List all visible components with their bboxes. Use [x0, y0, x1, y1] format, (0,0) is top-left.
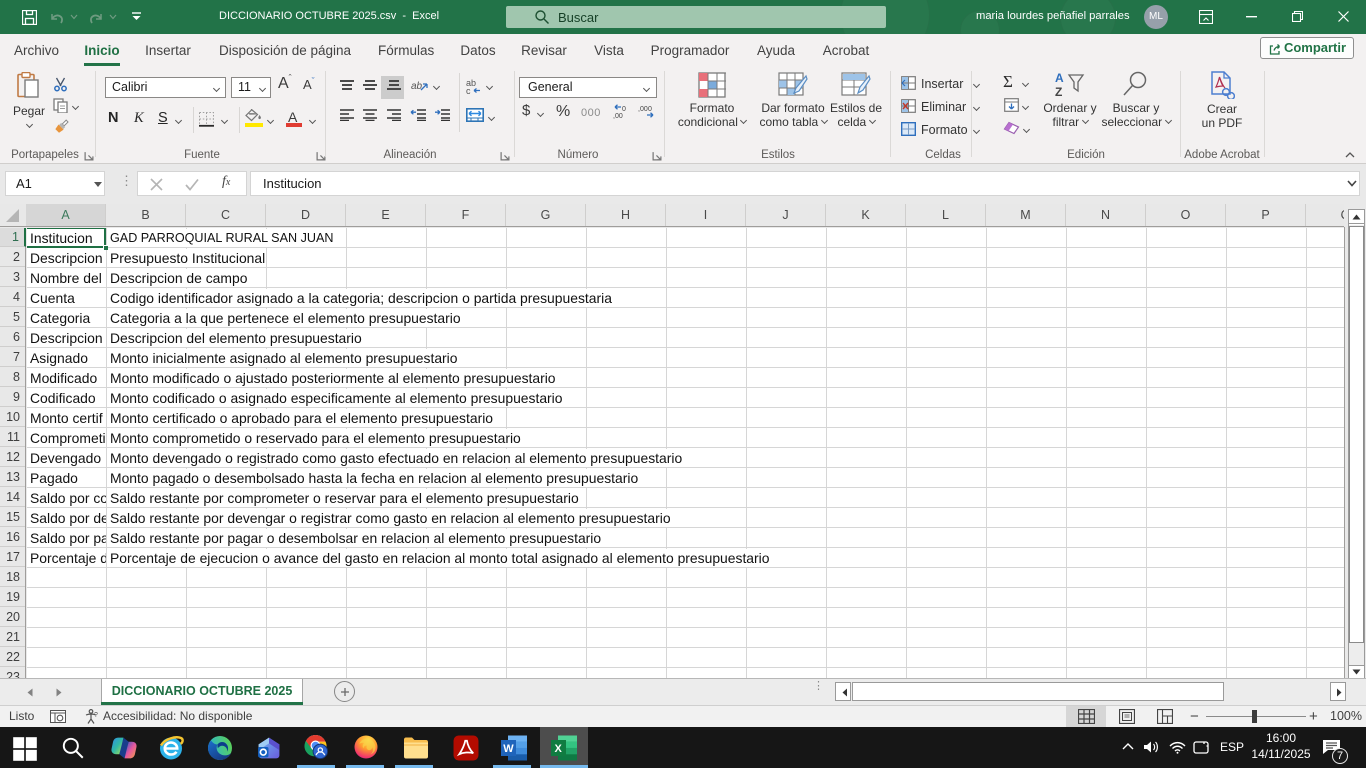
svg-text:0: 0	[622, 106, 626, 113]
svg-text:,00: ,00	[613, 113, 623, 119]
svg-text:W: W	[503, 743, 514, 755]
svg-text:,00: ,00	[638, 106, 648, 113]
svg-text:c: c	[466, 86, 471, 94]
svg-text:?: ?	[94, 712, 98, 719]
svg-text:0: 0	[648, 106, 652, 113]
svg-text:X: X	[555, 743, 563, 755]
svg-text:A: A	[1055, 71, 1064, 85]
svg-text:Z: Z	[1055, 85, 1062, 98]
svg-text:ab: ab	[411, 81, 423, 92]
